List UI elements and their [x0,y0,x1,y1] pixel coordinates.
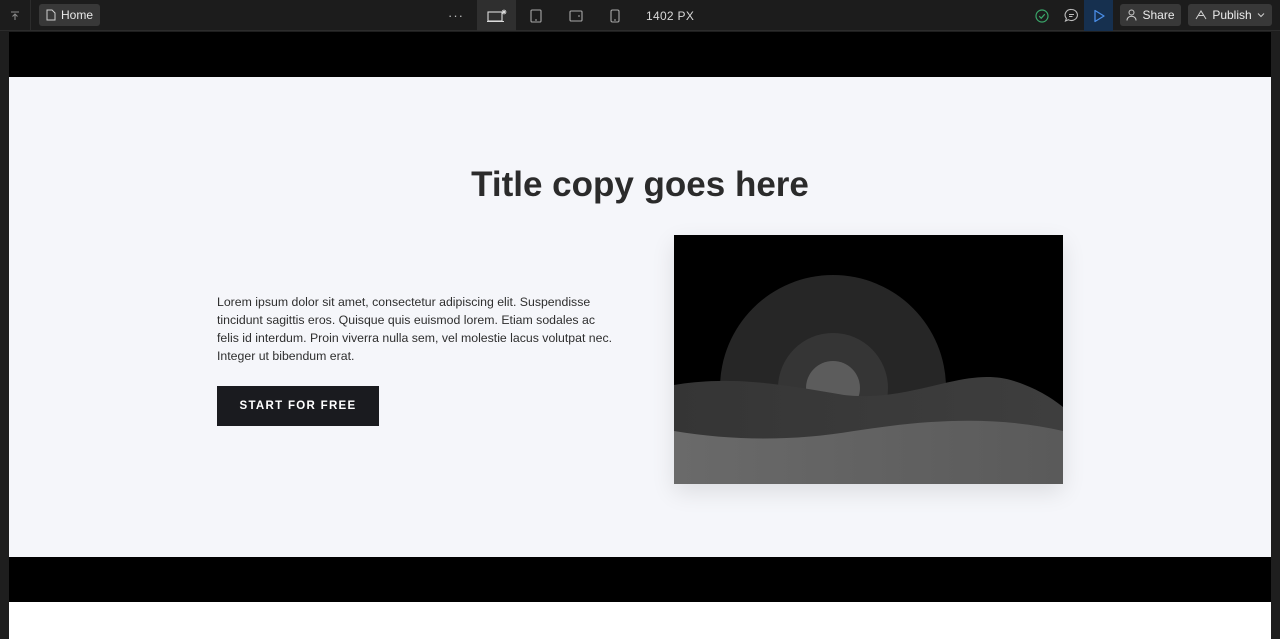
top-black-band [9,32,1271,77]
start-for-free-button[interactable]: START FOR FREE [217,386,379,426]
mobile-icon [609,8,620,23]
desktop-icon [486,9,506,22]
status-button[interactable] [1031,0,1053,31]
tablet-portrait-breakpoint-button[interactable] [516,0,555,31]
comments-button[interactable] [1060,0,1082,31]
collapse-panel-button[interactable] [0,0,31,31]
comment-icon [1064,8,1078,23]
bottom-black-band [9,557,1271,602]
tablet-landscape-icon [568,9,583,22]
page-name: Home [61,8,94,22]
user-icon [1126,9,1137,21]
hero-body-text: Lorem ipsum dolor sit amet, consectetur … [217,295,613,363]
page-selector[interactable]: Home [39,4,101,26]
publish-label: Publish [1212,8,1252,22]
share-button[interactable]: Share [1120,4,1181,26]
desktop-breakpoint-button[interactable] [477,0,516,31]
preview-button[interactable] [1084,0,1113,31]
hero-title: Title copy goes here [471,165,809,204]
landscape-placeholder-image [674,235,1063,501]
editor-toolbar: Home ··· 1402 PX Share Publish [0,0,1280,31]
mobile-breakpoint-button[interactable] [595,0,634,31]
play-icon [1093,9,1105,22]
arrow-up-to-line-icon [11,10,19,20]
tablet-landscape-breakpoint-button[interactable] [556,0,595,31]
more-options-button[interactable]: ··· [444,0,468,31]
design-canvas[interactable]: Title copy goes here Lorem ipsum dolor s… [9,32,1271,639]
hero-image [674,235,1063,501]
page-icon [46,9,56,21]
publish-icon [1195,10,1207,20]
tablet-portrait-icon [529,8,542,23]
publish-button[interactable]: Publish [1188,4,1272,26]
share-label: Share [1142,8,1175,22]
canvas-width-readout[interactable]: 1402 PX [646,0,694,31]
check-circle-icon [1035,8,1049,23]
chevron-down-icon [1257,13,1265,18]
next-section [9,602,1271,639]
